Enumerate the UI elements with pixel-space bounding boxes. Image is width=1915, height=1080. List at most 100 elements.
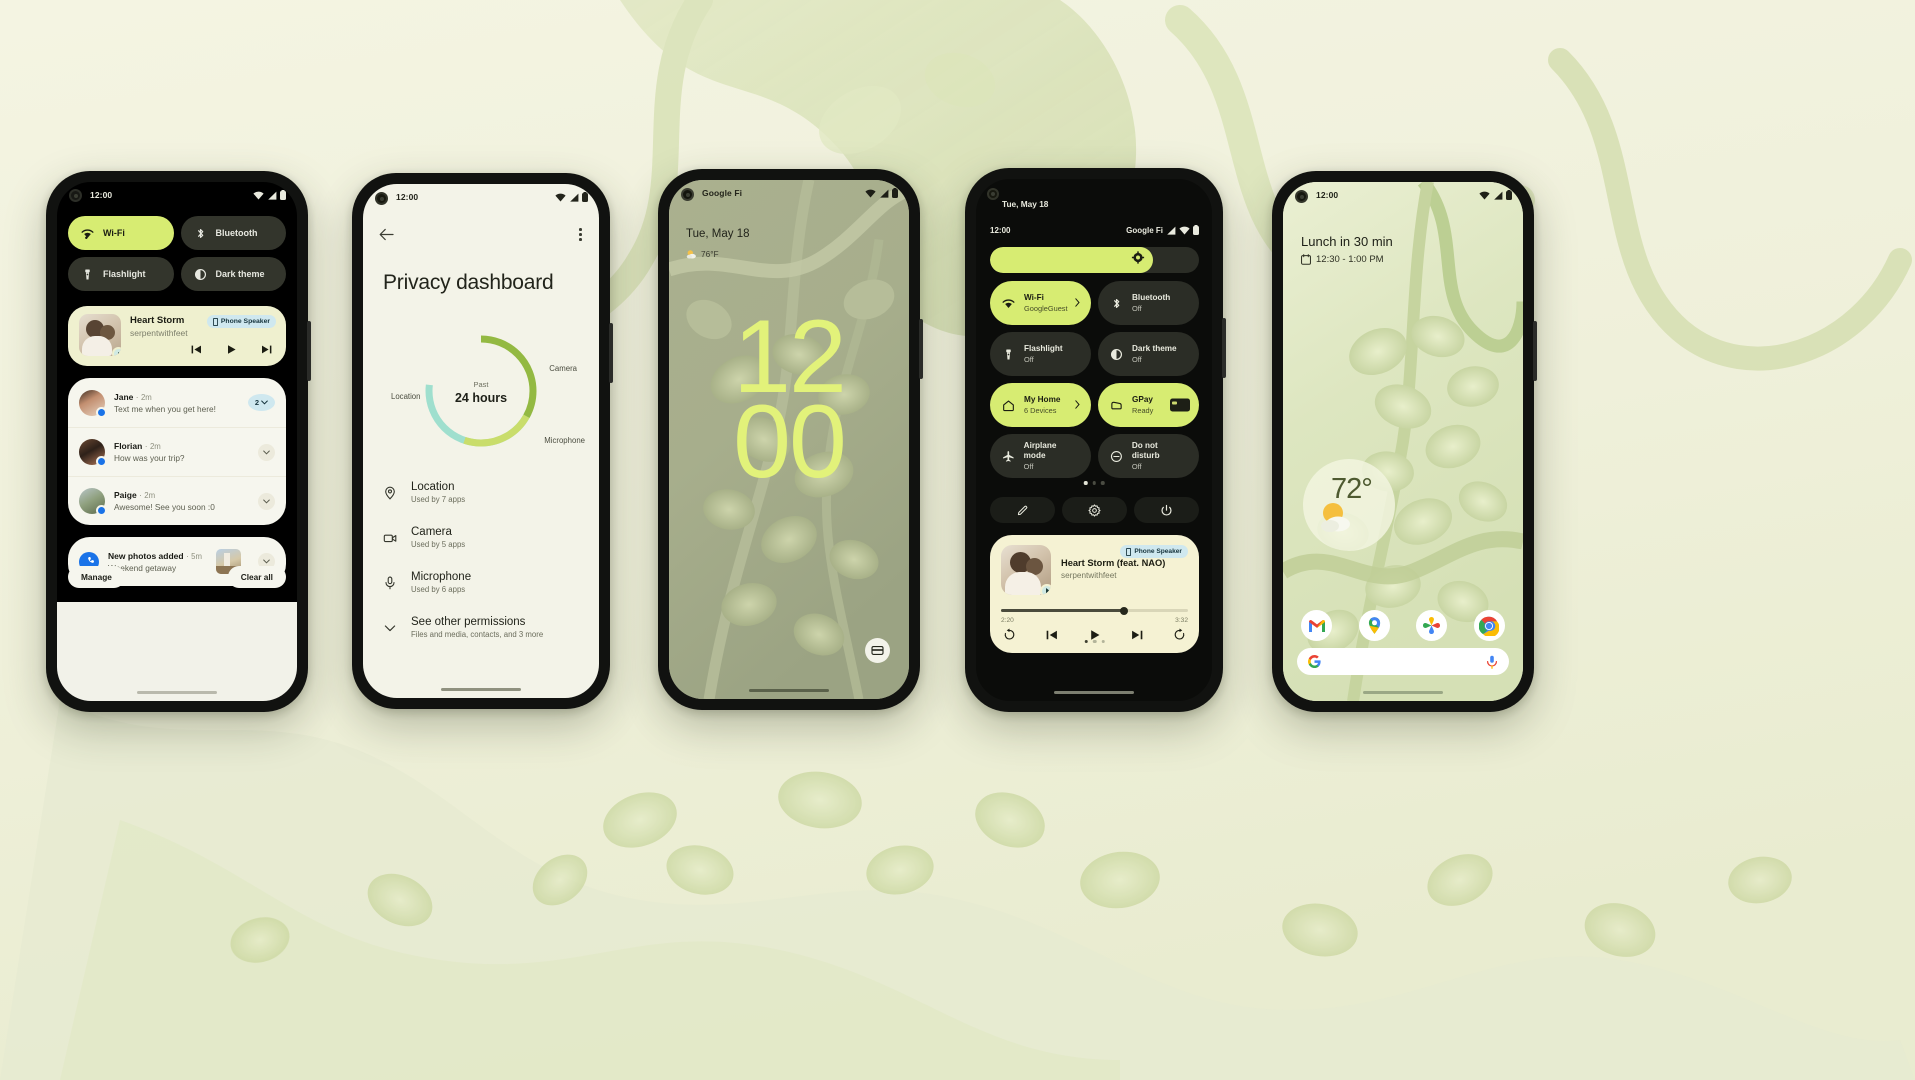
donut-center-top: Past xyxy=(473,380,489,389)
qs-tile-dark-theme[interactable]: Dark theme xyxy=(180,257,286,291)
avatar xyxy=(79,389,107,418)
forward-30-icon[interactable] xyxy=(1173,628,1186,641)
rewind-10-icon[interactable] xyxy=(1003,628,1016,641)
qs-tile-sub: Ready xyxy=(1132,406,1154,416)
play-button-icon[interactable] xyxy=(226,344,237,355)
media-progress-knob[interactable] xyxy=(1120,606,1129,615)
qs-tile-label: Wi-Fi xyxy=(103,228,125,238)
microphone-icon xyxy=(385,576,395,590)
phone-speaker-icon xyxy=(212,317,218,326)
manage-button[interactable]: Manage xyxy=(68,566,125,588)
notification-expand-count[interactable]: 2 xyxy=(248,394,275,411)
permission-sub: Used by 7 apps xyxy=(411,495,466,504)
avatar xyxy=(79,488,107,516)
gesture-nav-bar[interactable] xyxy=(1054,691,1134,694)
qs-tile-bluetooth[interactable]: Bluetooth Off xyxy=(1098,281,1199,325)
brightness-slider[interactable] xyxy=(990,247,1199,273)
google-search-bar[interactable] xyxy=(1297,648,1509,675)
media-player-card[interactable]: Heart Storm serpentwithfeet Phone Speake… xyxy=(68,306,286,366)
weather-widget[interactable]: 72° xyxy=(1303,459,1395,551)
previous-track-icon[interactable] xyxy=(191,344,202,355)
edit-tiles-button[interactable] xyxy=(990,497,1055,523)
phone1-screen[interactable]: 12:00 Wi-Fi Bluetooth Flashlight Dark th… xyxy=(57,182,297,701)
qs-tile-my-home[interactable]: My Home 6 Devices xyxy=(990,383,1091,427)
chrome-icon[interactable] xyxy=(1473,610,1505,641)
qs-tile-bluetooth[interactable]: Bluetooth xyxy=(180,216,286,250)
payment-card-thumbnail xyxy=(1170,398,1190,412)
qs-tile-dark-theme[interactable]: Dark theme Off xyxy=(1098,332,1199,376)
phone2-screen[interactable]: 12:00 Privacy dashboard Location Camera … xyxy=(363,184,599,698)
media-title: Heart Storm (feat. NAO) xyxy=(1061,558,1166,568)
media-output-chip[interactable]: Phone Speaker xyxy=(1120,545,1188,558)
qs-tile-label: Dark theme xyxy=(1132,343,1177,353)
gesture-nav-bar[interactable] xyxy=(137,691,217,694)
page-title: Privacy dashboard xyxy=(383,271,554,294)
gesture-nav-bar[interactable] xyxy=(749,689,829,692)
next-track-icon[interactable] xyxy=(261,344,272,355)
bluetooth-icon xyxy=(197,228,203,238)
qs-tile-text: My Home 6 Devices xyxy=(1024,395,1060,415)
phone3-screen[interactable]: Google Fi Tue, May 18 76°F 12 00 xyxy=(669,180,909,699)
notification-expand-chevron[interactable] xyxy=(258,443,275,461)
notification-row[interactable]: Paige · 2m Awesome! See you soon :0 xyxy=(68,476,286,525)
power-button[interactable] xyxy=(1134,497,1199,523)
next-track-icon[interactable] xyxy=(1131,629,1143,641)
messages-app-icon xyxy=(96,406,107,418)
notification-row[interactable]: Florian · 2m How was your trip? xyxy=(68,427,286,476)
notification-expand-chevron[interactable] xyxy=(258,492,275,510)
overflow-menu-button[interactable] xyxy=(579,228,582,241)
qs-tile-do-not-disturb[interactable]: Do not disturb Off xyxy=(1098,434,1199,478)
status-time: 12:00 xyxy=(1316,190,1339,200)
shade-action-bar: Manage Clear all xyxy=(68,566,286,588)
notification-sender: Florian xyxy=(114,441,143,451)
permission-text: Microphone Used by 6 apps xyxy=(411,571,471,594)
settings-button[interactable] xyxy=(1062,497,1127,523)
qs-tile-text: GPay Ready xyxy=(1132,395,1153,415)
see-other-text: See other permissions Files and media, c… xyxy=(411,616,543,639)
media-output-chip[interactable]: Phone Speaker xyxy=(206,315,276,328)
signal-icon xyxy=(880,189,889,198)
gesture-nav-bar[interactable] xyxy=(1363,691,1443,694)
qs-tile-wifi[interactable]: Wi-Fi xyxy=(68,216,174,250)
media-player-card[interactable]: Heart Storm (feat. NAO) serpentwithfeet … xyxy=(990,535,1199,653)
media-elapsed: 2:20 xyxy=(1001,617,1014,624)
media-artist: serpentwithfeet xyxy=(130,328,188,338)
qs-tile-sub: Off xyxy=(1132,355,1142,365)
qs-tile-sub: Off xyxy=(1131,462,1142,472)
microphone-icon[interactable] xyxy=(1486,655,1498,669)
gesture-nav-bar[interactable] xyxy=(441,688,521,691)
qs-tile-text: Wi-Fi GoogleGuest xyxy=(1024,293,1068,313)
maps-icon[interactable] xyxy=(1358,610,1390,641)
qs-page-indicator[interactable] xyxy=(1083,481,1105,485)
phone5-screen[interactable]: 12:00 Lunch in 30 min 12:30 - 1:00 PM 72… xyxy=(1283,182,1523,701)
gmail-icon[interactable] xyxy=(1301,610,1332,641)
power-icon xyxy=(1161,504,1172,516)
photos-icon[interactable] xyxy=(1416,610,1448,641)
previous-track-icon[interactable] xyxy=(1046,629,1058,641)
media-page-indicator[interactable] xyxy=(1084,639,1105,643)
qs-tile-label: Flashlight xyxy=(1024,343,1063,353)
qs-tile-wifi[interactable]: Wi-Fi GoogleGuest xyxy=(990,281,1091,325)
brightness-fill xyxy=(990,247,1154,273)
phone4-screen[interactable]: Tue, May 18 12:00 Google Fi Wi-Fi Google… xyxy=(976,179,1212,701)
back-button[interactable] xyxy=(379,228,394,246)
permission-row-location[interactable]: Location Used by 7 apps xyxy=(383,481,581,504)
qs-tile-airplane-mode[interactable]: Airplane mode Off xyxy=(990,434,1091,478)
signal-icon xyxy=(1494,191,1503,200)
clear-all-button[interactable]: Clear all xyxy=(227,566,286,588)
media-progress-slider[interactable] xyxy=(1001,606,1188,615)
qs-tile-flashlight[interactable]: Flashlight Off xyxy=(990,332,1091,376)
permission-row-microphone[interactable]: Microphone Used by 6 apps xyxy=(383,571,581,594)
notification-row[interactable]: Jane · 2m Text me when you get here! 2 xyxy=(68,378,286,427)
see-other-permissions-row[interactable]: See other permissions Files and media, c… xyxy=(383,616,581,639)
wallet-shortcut-button[interactable] xyxy=(865,638,890,663)
qs-tile-flashlight[interactable]: Flashlight xyxy=(68,257,174,291)
chevron-right-icon[interactable] xyxy=(1075,294,1080,312)
chevron-right-icon[interactable] xyxy=(1075,396,1080,414)
permission-row-camera[interactable]: Camera Used by 5 apps xyxy=(383,526,581,549)
notification-message: Text me when you get here! xyxy=(114,403,216,414)
calendar-at-a-glance-widget[interactable]: Lunch in 30 min 12:30 - 1:00 PM xyxy=(1301,234,1393,265)
qs-tile-gpay[interactable]: GPay Ready xyxy=(1098,383,1199,427)
auto-brightness-icon[interactable] xyxy=(1132,251,1145,269)
status-bar: 12:00 xyxy=(363,184,599,210)
